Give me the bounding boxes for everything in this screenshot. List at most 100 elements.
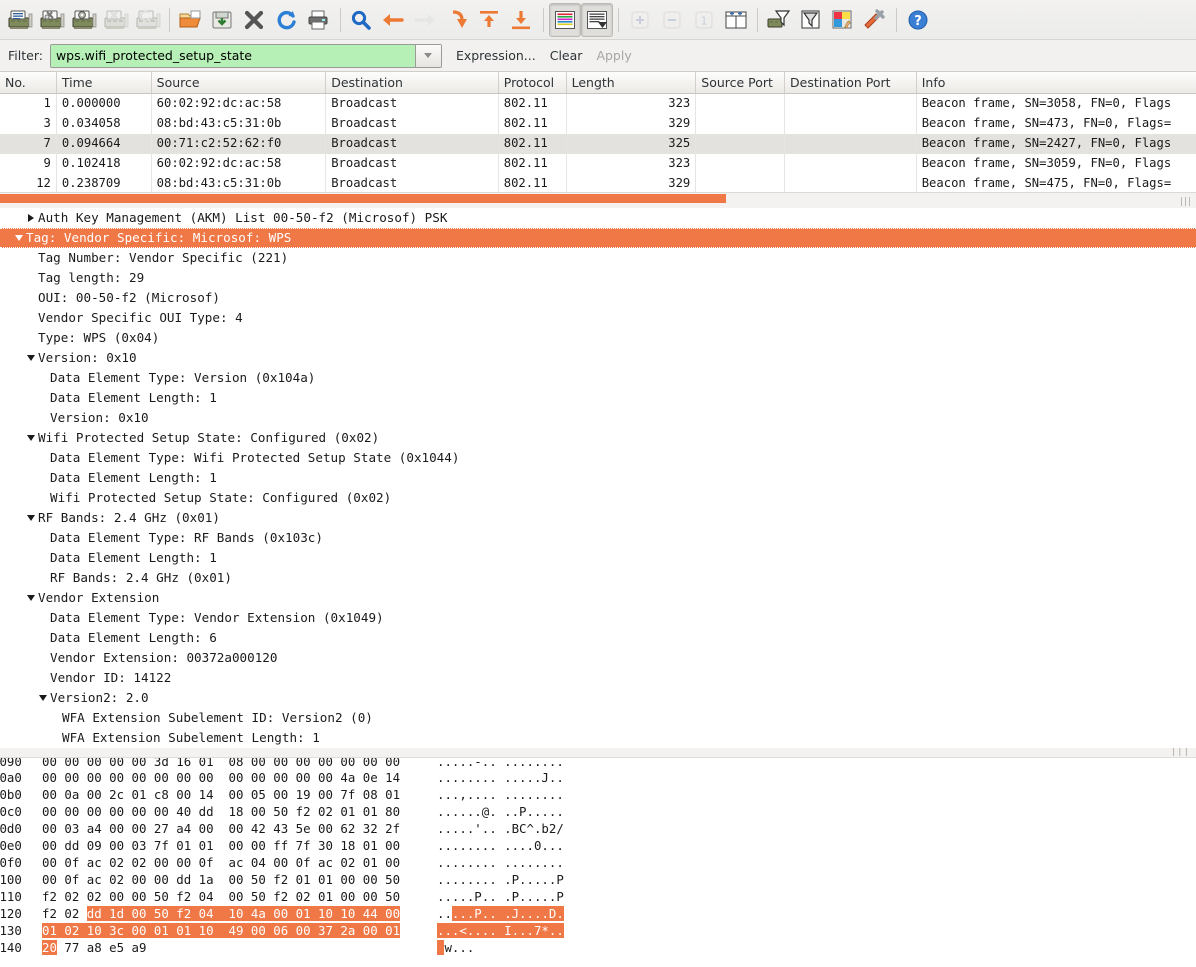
detail-tree-row[interactable]: Tag length: 29 [0, 268, 1196, 288]
go-to-first-icon[interactable] [474, 3, 506, 37]
pane-resize-grip-bytes[interactable]: ||| [1171, 748, 1190, 757]
hex-dump-row[interactable]: 00e000 dd 09 00 03 7f 01 01 00 00 ff 7f … [0, 837, 1196, 854]
detail-tree-row[interactable]: Wifi Protected Setup State: Configured (… [0, 428, 1196, 448]
tree-collapse-triangle-icon[interactable] [24, 595, 38, 601]
detail-tree-row[interactable]: Data Element Type: Wifi Protected Setup … [0, 448, 1196, 468]
detail-tree-row[interactable]: Vendor Extension [0, 588, 1196, 608]
column-header-dport[interactable]: Destination Port [785, 72, 917, 93]
hex-dump-row[interactable]: 00b000 0a 00 2c 01 c8 00 14 00 05 00 19 … [0, 786, 1196, 803]
tree-expand-triangle-icon[interactable] [24, 214, 38, 222]
resize-columns-icon[interactable] [720, 3, 752, 37]
column-header-source[interactable]: Source [152, 72, 327, 93]
detail-tree-row[interactable]: WFA Extension Subelement ID: Version2 (0… [0, 708, 1196, 728]
packet-list-body[interactable]: 10.00000060:02:92:dc:ac:58Broadcast802.1… [0, 94, 1196, 192]
filter-history-dropdown-button[interactable] [415, 45, 441, 67]
scrollbar-thumb[interactable] [0, 194, 726, 203]
hex-dump-row[interactable]: 013001 02 10 3c 00 01 01 10 49 00 06 00 … [0, 922, 1196, 939]
hex-dump-row[interactable]: 0110f2 02 02 00 00 50 f2 04 00 50 f2 02 … [0, 888, 1196, 905]
hex-dump-row[interactable]: 00c000 00 00 00 00 00 40 dd 18 00 50 f2 … [0, 803, 1196, 820]
column-header-protocol[interactable]: Protocol [499, 72, 567, 93]
detail-tree-row[interactable]: Data Element Type: RF Bands (0x103c) [0, 528, 1196, 548]
tree-collapse-triangle-icon[interactable] [24, 435, 38, 441]
filter-expression-button[interactable]: Expression... [456, 48, 536, 63]
hex-dump-row[interactable]: 00a000 00 00 00 00 00 00 00 00 00 00 00 … [0, 769, 1196, 786]
help-icon[interactable]: ? [902, 3, 934, 37]
packet-list-horizontal-scrollbar[interactable]: ||| [0, 192, 1196, 208]
packet-list-row[interactable]: 70.09466400:71:c2:52:62:f0Broadcast802.1… [0, 134, 1196, 154]
hex-dump-row[interactable]: 010000 0f ac 02 00 00 dd 1a 00 50 f2 01 … [0, 871, 1196, 888]
detail-tree-row[interactable]: Type: WPS (0x04) [0, 328, 1196, 348]
capture-options-icon[interactable] [36, 3, 68, 37]
auto-scroll-live-capture-icon[interactable] [581, 3, 613, 37]
hex-dump-row[interactable]: 00d000 03 a4 00 00 27 a4 00 00 42 43 5e … [0, 820, 1196, 837]
hex-dump-row[interactable]: 014020 77 a8 e5 a9 w... [0, 939, 1196, 956]
preferences-icon[interactable] [859, 3, 891, 37]
detail-tree-row[interactable]: Wifi Protected Setup State: Configured (… [0, 488, 1196, 508]
detail-tree-row[interactable]: Tag Number: Vendor Specific (221) [0, 248, 1196, 268]
save-file-icon[interactable] [207, 3, 239, 37]
packet-list-header[interactable]: No.TimeSourceDestinationProtocolLengthSo… [0, 72, 1196, 94]
capture-filters-icon[interactable] [763, 3, 795, 37]
hex-dump-row[interactable]: 0120f2 02 dd 1d 00 50 f2 04 10 4a 00 01 … [0, 905, 1196, 922]
detail-tree-row[interactable]: Version2: 2.0 [0, 688, 1196, 708]
go-to-last-icon[interactable] [506, 3, 538, 37]
packet-bytes-scrollbar[interactable]: ||| [0, 748, 1196, 758]
hex-dump-row[interactable]: 009000 00 00 00 00 3d 16 01 08 00 00 00 … [0, 758, 1196, 769]
detail-tree-row[interactable]: Auth Key Management (AKM) List 00-50-f2 … [0, 208, 1196, 228]
column-header-info[interactable]: Info [917, 72, 1196, 93]
packet-list-row[interactable]: 120.23870908:bd:43:c5:31:0bBroadcast802.… [0, 174, 1196, 192]
detail-tree-row[interactable]: OUI: 00-50-f2 (Microsof) [0, 288, 1196, 308]
column-header-destination[interactable]: Destination [326, 72, 499, 93]
detail-tree-row[interactable]: WFA Extension Subelement Length: 1 [0, 728, 1196, 748]
column-header-sport[interactable]: Source Port [696, 72, 785, 93]
packet-list-pane[interactable]: No.TimeSourceDestinationProtocolLengthSo… [0, 72, 1196, 192]
packet-bytes-pane[interactable]: ||| 009000 00 00 00 00 3d 16 01 08 00 00… [0, 748, 1196, 963]
packet-details-pane[interactable]: Auth Key Management (AKM) List 00-50-f2 … [0, 208, 1196, 748]
packet-list-row[interactable]: 10.00000060:02:92:dc:ac:58Broadcast802.1… [0, 94, 1196, 114]
packet-list-row[interactable]: 30.03405808:bd:43:c5:31:0bBroadcast802.1… [0, 114, 1196, 134]
filter-input[interactable] [51, 45, 415, 67]
filter-label: Filter: [8, 48, 43, 63]
column-header-length[interactable]: Length [567, 72, 697, 93]
detail-tree-row[interactable]: Data Element Type: Version (0x104a) [0, 368, 1196, 388]
detail-tree-row[interactable]: Data Element Type: Vendor Extension (0x1… [0, 608, 1196, 628]
column-header-no[interactable]: No. [0, 72, 57, 93]
detail-tree-row[interactable]: RF Bands: 2.4 GHz (0x01) [0, 568, 1196, 588]
filter-clear-button[interactable]: Clear [550, 48, 583, 63]
packet-list-row[interactable]: 90.10241860:02:92:dc:ac:58Broadcast802.1… [0, 154, 1196, 174]
detail-tree-row[interactable]: RF Bands: 2.4 GHz (0x01) [0, 508, 1196, 528]
hex-dump-row[interactable]: 00f000 0f ac 02 02 00 00 0f ac 04 00 0f … [0, 854, 1196, 871]
cell-sport [696, 134, 785, 154]
tree-collapse-triangle-icon[interactable] [24, 355, 38, 361]
close-file-icon[interactable] [239, 3, 271, 37]
pane-resize-grip[interactable]: ||| [1180, 197, 1192, 207]
detail-tree-row[interactable]: Vendor Specific OUI Type: 4 [0, 308, 1196, 328]
go-back-icon[interactable] [378, 3, 410, 37]
detail-tree-row[interactable]: Data Element Length: 1 [0, 548, 1196, 568]
packet-bytes-body[interactable]: 009000 00 00 00 00 3d 16 01 08 00 00 00 … [0, 758, 1196, 956]
tree-collapse-triangle-icon[interactable] [12, 235, 26, 241]
start-capture-icon[interactable] [68, 3, 100, 37]
coloring-rules-icon[interactable] [827, 3, 859, 37]
reload-icon[interactable] [271, 3, 303, 37]
filter-combobox[interactable] [50, 44, 442, 68]
display-filters-icon[interactable] [795, 3, 827, 37]
detail-tree-row[interactable]: Data Element Length: 6 [0, 628, 1196, 648]
detail-tree-row[interactable]: Data Element Length: 1 [0, 468, 1196, 488]
detail-tree-row[interactable]: Version: 0x10 [0, 408, 1196, 428]
go-to-packet-icon[interactable] [442, 3, 474, 37]
tree-collapse-triangle-icon[interactable] [36, 695, 50, 701]
column-header-time[interactable]: Time [57, 72, 152, 93]
tree-collapse-triangle-icon[interactable] [24, 515, 38, 521]
print-icon[interactable] [303, 3, 335, 37]
detail-tree-row[interactable]: Tag: Vendor Specific: Microsof: WPS [0, 228, 1196, 248]
detail-tree-row[interactable]: Data Element Length: 1 [0, 388, 1196, 408]
find-packet-icon[interactable] [346, 3, 378, 37]
detail-tree-row[interactable]: Version: 0x10 [0, 348, 1196, 368]
open-file-icon[interactable] [175, 3, 207, 37]
detail-tree-row[interactable]: Vendor Extension: 00372a000120 [0, 648, 1196, 668]
detail-tree-row[interactable]: Vendor ID: 14122 [0, 668, 1196, 688]
list-interfaces-icon[interactable] [4, 3, 36, 37]
colorize-packet-list-icon[interactable] [549, 3, 581, 37]
filter-apply-button[interactable]: Apply [596, 48, 631, 63]
